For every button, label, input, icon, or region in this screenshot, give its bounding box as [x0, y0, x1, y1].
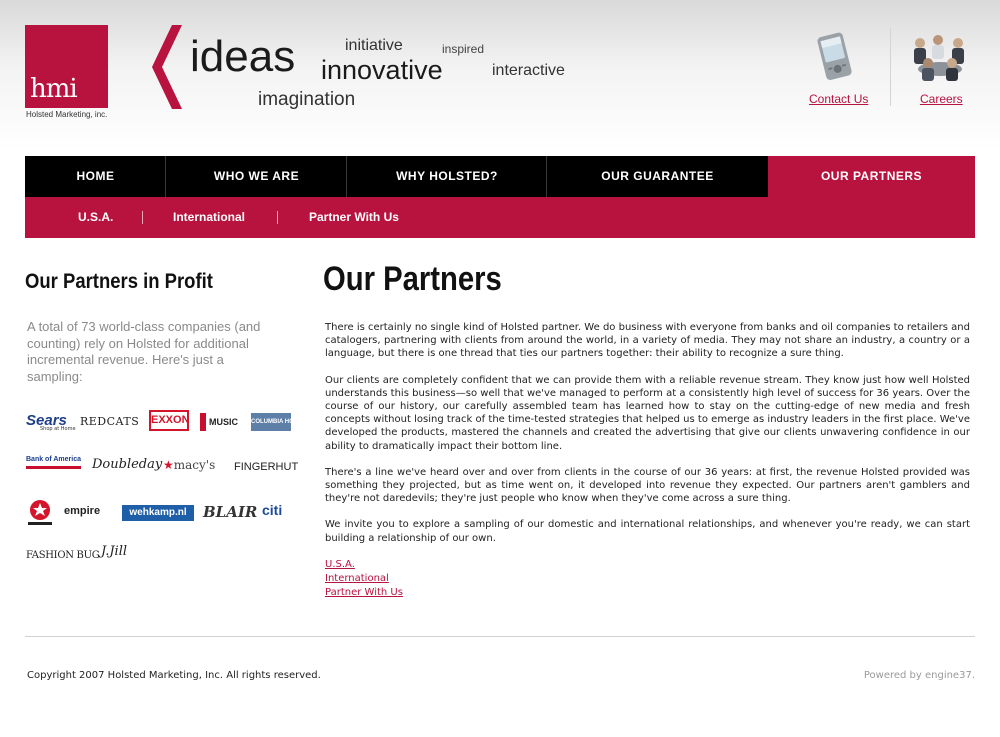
sidebar-title: Our Partners in Profit	[25, 270, 213, 293]
tagline-interactive: interactive	[492, 62, 565, 79]
sub-nav: U.S.A. International Partner With Us	[25, 197, 975, 238]
subnav-divider	[277, 211, 278, 224]
hmi-logo[interactable]: hmi	[25, 25, 108, 108]
main-nav: HOME WHO WE ARE WHY HOLSTED? OUR GUARANT…	[25, 156, 975, 197]
partner-logo-redcats: REDCATS	[80, 415, 140, 428]
subnav-divider	[142, 211, 143, 224]
macys-label: macy's	[173, 458, 216, 472]
partner-logo-music: MUSIC	[200, 413, 242, 431]
partner-logo-bank-of-america: Bank of America	[26, 456, 81, 469]
content-paragraph: There is certainly no single kind of Hol…	[325, 322, 970, 360]
nav-our-guarantee[interactable]: OUR GUARANTEE	[547, 156, 768, 197]
tagline-initiative: initiative	[345, 37, 403, 54]
main-content: There is certainly no single kind of Hol…	[325, 321, 970, 600]
partner-logo-sears-tagline: Shop at Home	[40, 426, 76, 432]
partner-logo-fingerhut: FINGERHUT	[234, 461, 299, 473]
sidebar-intro: A total of 73 world-class companies (and…	[27, 319, 261, 384]
page-title: Our Partners	[323, 260, 502, 298]
contact-us-link[interactable]: Contact Us	[809, 92, 868, 106]
copyright-text: Copyright 2007 Holsted Marketing, Inc. A…	[27, 670, 321, 681]
footer-divider	[25, 636, 975, 637]
tagline-imagination: imagination	[258, 89, 356, 110]
link-international[interactable]: International	[325, 572, 970, 586]
subnav-usa[interactable]: U.S.A.	[78, 197, 113, 238]
tagline-innovative: innovative	[321, 55, 443, 85]
partner-logo-citi: citi	[262, 502, 283, 518]
partner-logo-empire: empire	[64, 505, 101, 517]
partner-logo-exxon: EXXON	[149, 410, 190, 431]
tagline-inspired: inspired	[442, 42, 485, 56]
nav-who-we-are[interactable]: WHO WE ARE	[166, 156, 347, 197]
partner-logo-jjill: J.Jill	[101, 544, 128, 559]
nav-why-holsted[interactable]: WHY HOLSTED?	[347, 156, 547, 197]
link-usa[interactable]: U.S.A.	[325, 558, 970, 572]
powered-by-link[interactable]: Powered by engine37.	[864, 670, 975, 681]
careers-link[interactable]: Careers	[920, 92, 963, 106]
partner-logo-columbia-house: COLUMBIA HOUSE	[251, 413, 306, 431]
subnav-international[interactable]: International	[173, 197, 245, 238]
bracket-graphic	[152, 25, 182, 109]
content-paragraph: There's a line we've heard over and over…	[325, 466, 970, 505]
partner-logo-macys: ★macy's	[163, 458, 216, 472]
partner-logo-fashion-bug: FASHION BUG	[26, 550, 100, 561]
content-paragraph: Our clients are completely confident tha…	[325, 374, 970, 452]
partner-logo-wehkamp: wehkamp.nl	[122, 505, 194, 521]
logo-text: hmi	[30, 74, 78, 104]
nav-our-partners[interactable]: OUR PARTNERS	[768, 156, 975, 197]
logo-subtitle: Holsted Marketing, inc.	[26, 110, 108, 119]
header-divider	[890, 28, 891, 106]
partner-logo-doubleday: Doubleday	[92, 457, 163, 472]
link-partner-with-us[interactable]: Partner With Us	[325, 586, 970, 600]
pda-icon[interactable]	[812, 30, 860, 86]
meeting-people-icon[interactable]	[908, 33, 972, 83]
nav-home[interactable]: HOME	[25, 156, 166, 197]
partner-logo-blair: BLAIR	[203, 503, 258, 521]
tagline-ideas: ideas	[190, 32, 296, 81]
star-logo-icon	[28, 500, 52, 525]
content-paragraph: We invite you to explore a sampling of o…	[325, 519, 970, 544]
subnav-partner-with-us[interactable]: Partner With Us	[309, 197, 399, 238]
